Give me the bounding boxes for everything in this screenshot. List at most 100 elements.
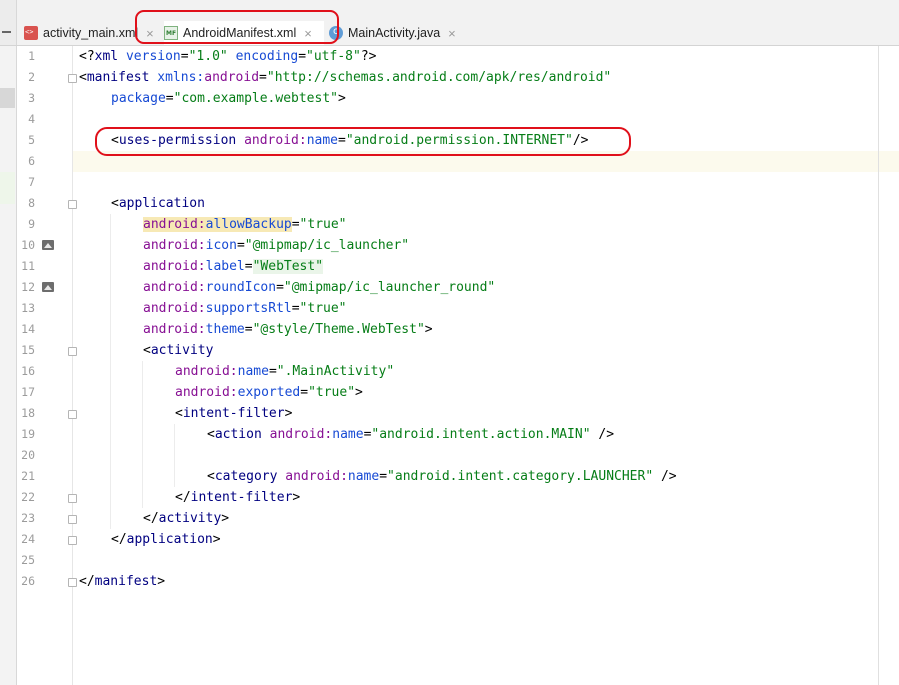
code-token: android: xyxy=(143,259,206,274)
indent-guide xyxy=(142,361,143,508)
code-token: android: xyxy=(175,385,238,400)
code-token: "android.intent.action.MAIN" xyxy=(371,427,591,442)
line-number: 5 xyxy=(28,133,35,147)
code-token: </ xyxy=(175,490,191,505)
code-line: <?xml version="1.0" encoding="utf-8"?> xyxy=(79,46,376,67)
code-token: allowBackup xyxy=(205,217,292,232)
line-number: 26 xyxy=(21,574,35,588)
strip-marker xyxy=(0,88,15,108)
code-token: category xyxy=(214,469,278,484)
line-number-gutter: 1 2 3 4 5 6 7 8 9 10 11 12 13 14 15 16 1… xyxy=(17,46,77,685)
line-number: 23 xyxy=(21,511,35,525)
code-token: = xyxy=(291,301,300,316)
code-token: name xyxy=(332,427,364,442)
code-token: supportsRtl xyxy=(205,301,292,316)
close-icon[interactable]: × xyxy=(448,26,456,41)
code-token: > xyxy=(355,385,363,400)
code-line: <manifest xmlns:android="http://schemas.… xyxy=(79,67,611,88)
image-preview-icon[interactable] xyxy=(42,240,54,250)
code-token: android: xyxy=(143,322,206,337)
code-token: </ xyxy=(143,511,159,526)
code-line: android:label="WebTest" xyxy=(143,256,324,277)
line-number: 8 xyxy=(28,196,35,210)
line-number: 17 xyxy=(21,385,35,399)
code-token: label xyxy=(205,259,245,274)
line-number: 19 xyxy=(21,427,35,441)
code-token: < xyxy=(79,70,87,85)
line-number: 22 xyxy=(21,490,35,504)
code-token: ".MainActivity" xyxy=(276,364,395,379)
code-token: package xyxy=(111,91,166,106)
line-number: 2 xyxy=(28,70,35,84)
code-token: application xyxy=(126,532,213,547)
code-token: version xyxy=(125,49,181,64)
line-number: 9 xyxy=(28,217,35,231)
code-token: "com.example.webtest" xyxy=(173,91,338,106)
code-token: manifest xyxy=(94,574,158,589)
code-token: activity xyxy=(150,343,214,358)
line-number: 18 xyxy=(21,406,35,420)
code-token: android: xyxy=(143,217,206,232)
code-token: encoding xyxy=(235,49,299,64)
code-token: name xyxy=(347,469,380,484)
code-token: xml xyxy=(94,49,119,64)
code-line: </manifest> xyxy=(79,571,165,592)
code-token: = xyxy=(244,322,253,337)
code-line: package="com.example.webtest"> xyxy=(111,88,346,109)
code-token: name xyxy=(237,364,269,379)
code-line: android:supportsRtl="true" xyxy=(143,298,347,319)
code-token: > xyxy=(424,322,433,337)
code-token: > xyxy=(284,406,293,421)
code-token: android: xyxy=(143,301,206,316)
code-token: = xyxy=(180,49,189,64)
line-number: 13 xyxy=(21,301,35,315)
code-token: > xyxy=(292,490,301,505)
code-token: activity xyxy=(158,511,222,526)
xml-file-icon xyxy=(24,26,38,40)
code-token: "true" xyxy=(299,217,347,232)
code-token: = xyxy=(165,91,174,106)
code-line: </activity> xyxy=(143,508,229,529)
code-token: roundIcon xyxy=(205,280,277,295)
strip-marker xyxy=(0,172,15,204)
code-token: "true" xyxy=(308,385,356,400)
line-number: 21 xyxy=(21,469,35,483)
code-line: <application xyxy=(111,193,205,214)
code-line: <intent-filter> xyxy=(175,403,292,424)
code-token: intent-filter xyxy=(190,490,293,505)
code-line: <activity xyxy=(143,340,213,361)
code-line: <action android:name="android.intent.act… xyxy=(207,424,614,445)
code-line: android:theme="@style/Theme.WebTest"> xyxy=(143,319,433,340)
code-token: </ xyxy=(79,574,95,589)
code-token: = xyxy=(379,469,388,484)
code-line: android:allowBackup="true" xyxy=(143,214,347,235)
code-token: manifest xyxy=(86,70,150,85)
line-number: 1 xyxy=(28,49,35,63)
code-line: android:roundIcon="@mipmap/ic_launcher_r… xyxy=(143,277,495,298)
code-token: > xyxy=(157,574,166,589)
code-token: < xyxy=(207,469,215,484)
code-token: = xyxy=(300,385,309,400)
code-token: > xyxy=(338,91,346,106)
line-number: 12 xyxy=(21,280,35,294)
tab-main-activity-java[interactable]: MainActivity.java × xyxy=(329,21,469,45)
code-token: /> xyxy=(590,427,615,442)
image-preview-icon[interactable] xyxy=(42,282,54,292)
code-token: "utf-8" xyxy=(306,49,361,64)
code-token: "http://schemas.android.com/apk/res/andr… xyxy=(266,70,612,85)
line-number: 10 xyxy=(21,238,35,252)
line-number: 11 xyxy=(21,259,35,273)
code-token: intent-filter xyxy=(182,406,285,421)
code-token: < xyxy=(207,427,215,442)
collapse-icon[interactable] xyxy=(2,31,11,33)
code-token: "@mipmap/ic_launcher_round" xyxy=(283,280,496,295)
red-annotation-oval-tab xyxy=(135,10,339,44)
code-token: action xyxy=(214,427,262,442)
code-token: android: xyxy=(175,364,238,379)
line-number: 25 xyxy=(21,553,35,567)
code-token: android: xyxy=(269,427,333,442)
code-token: "true" xyxy=(299,301,347,316)
line-number: 15 xyxy=(21,343,35,357)
indent-guide xyxy=(110,214,111,529)
